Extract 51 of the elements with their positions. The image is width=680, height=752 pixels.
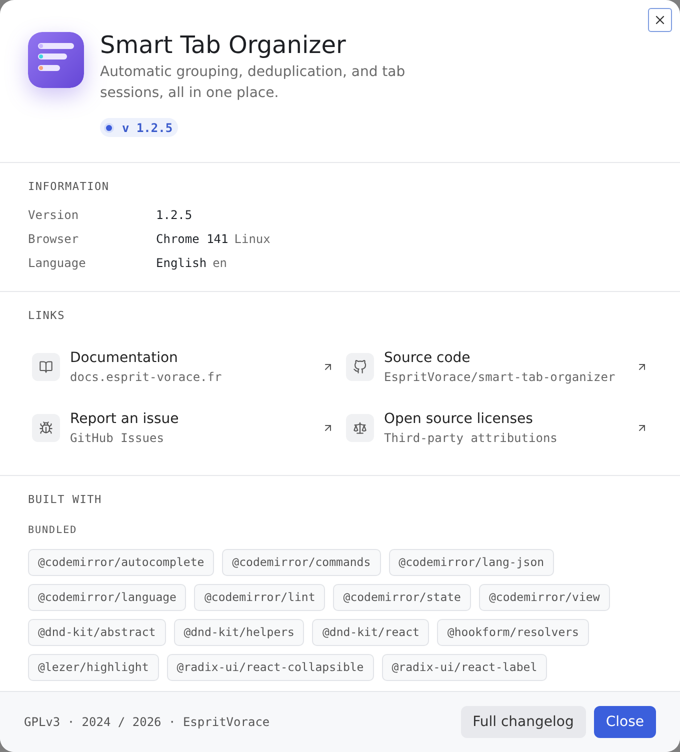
section-heading: LINKS: [28, 308, 66, 324]
package-tag: @codemirror/autocomplete: [28, 549, 214, 576]
info-detail: en: [212, 255, 228, 272]
info-label: Language: [28, 255, 87, 272]
info-value: Chrome 141: [156, 231, 228, 248]
package-tag: @codemirror/view: [478, 584, 610, 611]
package-tag: @codemirror/lint: [194, 584, 326, 611]
close-button[interactable]: [648, 8, 672, 32]
external-link-icon: [322, 422, 334, 434]
package-tag: @hookform/resolvers: [437, 619, 589, 646]
section-heading: BUILT WITH: [28, 492, 103, 508]
link-title[interactable]: Report an issue: [70, 409, 179, 429]
link-url: docs.esprit-vorace.fr: [70, 369, 222, 386]
info-label: Browser: [28, 231, 80, 248]
package-tag: @dnd-kit/helpers: [174, 619, 304, 646]
footer-credits: GPLv3 · 2024 / 2026 · EspritVorace: [24, 714, 270, 731]
package-tag: @codemirror/commands: [222, 549, 381, 576]
external-link-icon: [636, 422, 648, 434]
link-url: Third-party attributions: [384, 430, 558, 447]
package-tag: @dnd-kit/abstract: [28, 619, 166, 646]
github-icon: [346, 353, 374, 381]
package-tag: @lezer/highlight: [28, 654, 159, 681]
info-value: English: [156, 255, 207, 272]
scale-icon: [346, 414, 374, 442]
external-link-icon: [322, 361, 334, 373]
package-tag: @radix-ui/react-collapsible: [166, 654, 374, 681]
app-description: Automatic grouping, deduplication, and tab sessions, all in one place.: [100, 63, 406, 103]
info-value: 1.2.5: [156, 207, 192, 224]
link-title[interactable]: Documentation: [70, 348, 178, 368]
app-title: Smart Tab Organizer: [100, 30, 347, 60]
book-icon: [32, 353, 60, 381]
version-label: v 1.2.5: [122, 120, 173, 136]
close-dialog-button[interactable]: Close: [594, 706, 656, 738]
section-heading: INFORMATION: [28, 179, 110, 195]
close-icon: [653, 13, 667, 27]
package-tag: @radix-ui/react-label: [382, 654, 548, 681]
external-link-icon: [636, 361, 648, 373]
package-tag: @codemirror/language: [28, 584, 186, 611]
info-label: Version: [28, 207, 80, 224]
package-tag: @dnd-kit/react: [312, 619, 430, 646]
app-logo-icon: [28, 32, 84, 88]
package-tag: @codemirror/lang-json: [388, 549, 554, 576]
link-url: EspritVorace/smart-tab-organizer: [384, 369, 616, 386]
info-detail: Linux: [234, 231, 270, 248]
changelog-button[interactable]: Full changelog: [460, 706, 586, 738]
bug-icon: [32, 414, 60, 442]
section-heading: BUNDLED: [28, 524, 78, 538]
link-title[interactable]: Open source licenses: [384, 409, 533, 429]
link-title[interactable]: Source code: [384, 348, 470, 368]
link-url: GitHub Issues: [70, 430, 164, 447]
package-tag: @codemirror/state: [333, 584, 471, 611]
